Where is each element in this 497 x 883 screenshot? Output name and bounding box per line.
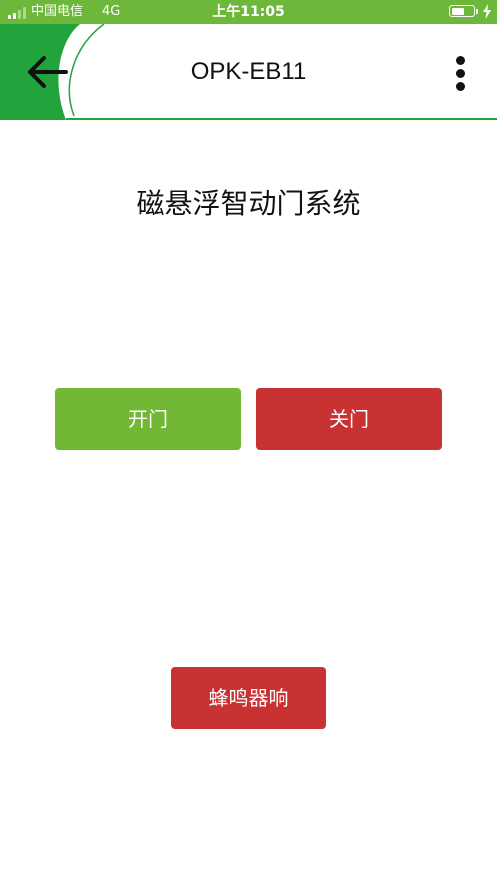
status-bar: 中国电信 4G 上午11:05	[0, 0, 497, 24]
battery-nub	[476, 9, 478, 14]
close-door-button[interactable]: 关门	[256, 388, 442, 450]
arrow-left-icon	[28, 56, 68, 88]
charging-bolt-icon	[483, 4, 491, 19]
app-header: OPK-EB11	[0, 24, 497, 120]
system-title: 磁悬浮智动门系统	[136, 187, 361, 220]
battery-fill	[451, 7, 464, 15]
open-door-button[interactable]: 开门	[55, 388, 241, 450]
page-title: OPK-EB11	[190, 58, 307, 85]
more-options-button[interactable]	[441, 50, 481, 94]
status-time: 上午11:05	[212, 4, 285, 20]
back-button[interactable]	[20, 46, 76, 98]
buzzer-button[interactable]: 蜂鸣器响	[171, 667, 326, 729]
app-screen: 中国电信 4G 上午11:05 OPK-EB11 磁悬浮智动门系统 开门 关门 …	[0, 0, 497, 883]
battery-icon	[449, 5, 475, 17]
